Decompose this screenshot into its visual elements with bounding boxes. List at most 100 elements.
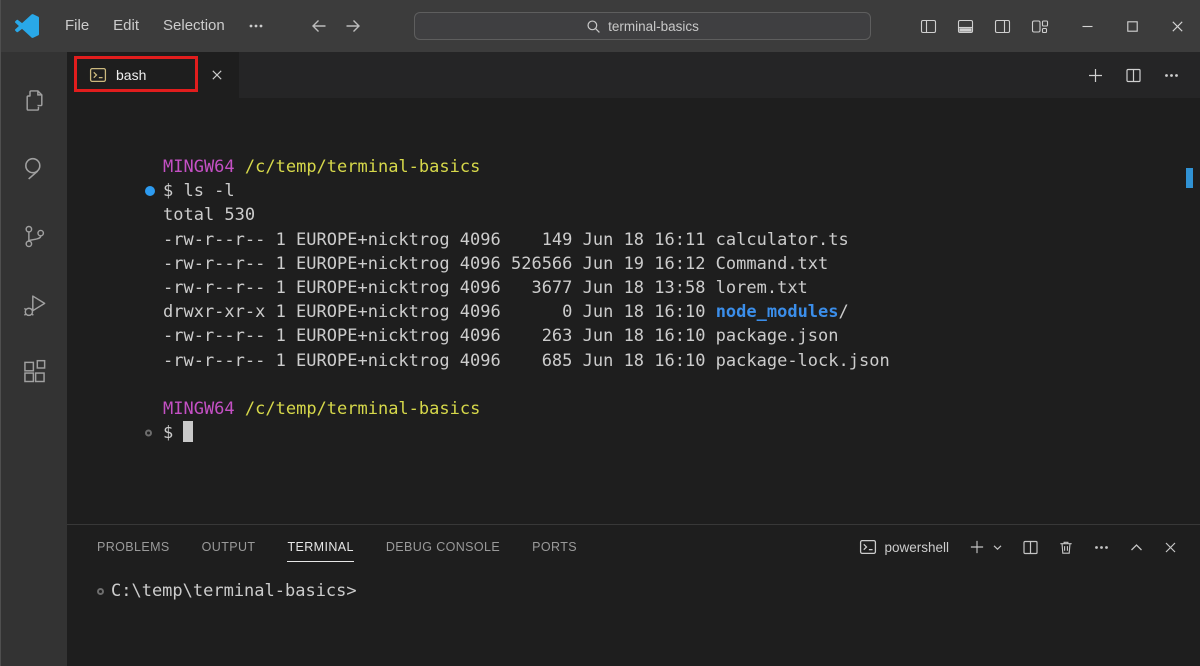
kill-terminal-button[interactable] <box>1058 539 1074 556</box>
layout-panel-icon <box>957 18 974 35</box>
terminal-line: $ ls -l <box>163 179 890 203</box>
terminal-editor-area[interactable]: MINGW64 /c/temp/terminal-basics$ ls -lto… <box>67 98 1200 524</box>
close-panel-button[interactable] <box>1163 540 1178 555</box>
layout-sidebar-right-icon <box>994 18 1011 35</box>
terminal-line: -rw-r--r-- 1 EUROPE+nicktrog 4096 3677 J… <box>163 276 890 300</box>
editor-column: bash <box>67 52 1200 666</box>
new-terminal-button[interactable] <box>969 539 985 555</box>
activity-run-debug-button[interactable] <box>1 270 67 338</box>
toggle-sidebar-button[interactable] <box>920 18 937 35</box>
tab-close-button[interactable] <box>207 65 227 85</box>
search-icon <box>21 155 48 182</box>
panel-tab-debug-console[interactable]: DEBUG CONSOLE <box>386 525 500 569</box>
activity-explorer-button[interactable] <box>1 66 67 134</box>
command-decoration-circle <box>145 430 152 437</box>
split-editor-button[interactable] <box>1125 67 1142 84</box>
split-terminal-button[interactable] <box>1022 539 1039 556</box>
menu-file[interactable]: File <box>53 0 101 52</box>
layout-controls <box>920 18 1049 35</box>
close-window-button[interactable] <box>1155 0 1200 52</box>
window-controls <box>1065 0 1200 52</box>
terminal-prompt-line: C:\temp\terminal-basics> <box>97 579 357 603</box>
activity-source-control-button[interactable] <box>1 202 67 270</box>
terminal-line: $ <box>163 421 890 445</box>
directory-link[interactable]: node_modules <box>716 302 839 322</box>
terminal-line: total 530 <box>163 203 890 227</box>
split-terminal-icon <box>1022 539 1039 556</box>
maximize-button[interactable] <box>1110 0 1155 52</box>
more-actions-button[interactable] <box>1163 67 1180 84</box>
panel-tab-problems[interactable]: PROBLEMS <box>97 525 170 569</box>
arrow-forward-icon <box>343 16 363 36</box>
editor-tabstrip: bash <box>67 52 1200 98</box>
search-value: terminal-basics <box>608 19 699 34</box>
panel-more-actions-button[interactable] <box>1093 539 1110 556</box>
launch-profile-button[interactable] <box>992 542 1003 553</box>
source-control-icon <box>21 223 48 250</box>
go-back-button[interactable] <box>309 16 329 36</box>
terminal-icon <box>89 66 107 84</box>
terminal-line: -rw-r--r-- 1 EUROPE+nicktrog 4096 149 Ju… <box>163 228 890 252</box>
ellipsis-icon <box>1093 539 1110 556</box>
customize-layout-button[interactable] <box>1031 18 1049 35</box>
editor-actions <box>1087 52 1180 98</box>
terminal-instance-label: powershell <box>884 540 949 555</box>
customize-layout-icon <box>1031 18 1049 35</box>
terminal-instance-item[interactable]: powershell <box>859 538 949 556</box>
bottom-panel: PROBLEMS OUTPUT TERMINAL DEBUG CONSOLE PORTS… <box>67 524 1200 666</box>
terminal-text: /c/temp/terminal-basics <box>245 157 480 177</box>
panel-tabs: PROBLEMS OUTPUT TERMINAL DEBUG CONSOLE PORTS <box>97 525 577 569</box>
terminal-line: -rw-r--r-- 1 EUROPE+nicktrog 4096 263 Ju… <box>163 324 890 348</box>
activity-extensions-button[interactable] <box>1 338 67 406</box>
toggle-panel-button[interactable] <box>957 18 974 35</box>
vscode-logo-icon <box>1 14 53 38</box>
extensions-icon <box>21 359 48 386</box>
activity-bar <box>1 52 67 666</box>
prompt-text: C:\temp\terminal-basics> <box>111 579 357 603</box>
chevron-up-icon <box>1129 540 1144 555</box>
main-area: bash <box>1 52 1200 666</box>
terminal-text: / <box>839 302 849 322</box>
command-decoration-dot <box>145 186 155 196</box>
maximize-icon <box>1125 19 1140 34</box>
terminal-text: MINGW64 <box>163 157 235 177</box>
terminal-text: drwxr-xr-x 1 EUROPE+nicktrog 4096 0 Jun … <box>163 302 716 322</box>
terminal-line: -rw-r--r-- 1 EUROPE+nicktrog 4096 526566… <box>163 252 890 276</box>
arrow-back-icon <box>309 16 329 36</box>
terminal-line: -rw-r--r-- 1 EUROPE+nicktrog 4096 685 Ju… <box>163 349 890 373</box>
maximize-panel-button[interactable] <box>1129 540 1144 555</box>
terminal-text: -rw-r--r-- 1 EUROPE+nicktrog 4096 149 Ju… <box>163 230 849 250</box>
minimize-button[interactable] <box>1065 0 1110 52</box>
panel-terminal[interactable]: C:\temp\terminal-basics> <box>67 569 1200 666</box>
panel-tab-output[interactable]: OUTPUT <box>202 525 256 569</box>
ellipsis-icon <box>1163 67 1180 84</box>
close-icon <box>1170 19 1185 34</box>
command-center-search[interactable]: terminal-basics <box>414 12 871 40</box>
panel-tab-terminal[interactable]: TERMINAL <box>287 525 353 569</box>
terminal-line: MINGW64 /c/temp/terminal-basics <box>163 397 890 421</box>
terminal-line: drwxr-xr-x 1 EUROPE+nicktrog 4096 0 Jun … <box>163 300 890 324</box>
trash-icon <box>1058 539 1074 556</box>
tab-label: bash <box>116 67 146 83</box>
terminal-text: -rw-r--r-- 1 EUROPE+nicktrog 4096 263 Ju… <box>163 326 839 346</box>
menu-selection[interactable]: Selection <box>151 0 237 52</box>
search-icon <box>586 19 601 34</box>
titlebar: FileEditSelection terminal-basics <box>1 0 1200 52</box>
terminal-text: -rw-r--r-- 1 EUROPE+nicktrog 4096 3677 J… <box>163 278 808 298</box>
tab-bash[interactable]: bash <box>67 52 239 98</box>
menu-overflow-button[interactable] <box>237 17 275 35</box>
titlebar-right <box>920 0 1200 52</box>
panel-tab-ports[interactable]: PORTS <box>532 525 577 569</box>
menu-bar: FileEditSelection <box>53 0 237 52</box>
new-terminal-button[interactable] <box>1087 67 1104 84</box>
terminal-output: MINGW64 /c/temp/terminal-basics$ ls -lto… <box>163 155 890 445</box>
vscode-window: FileEditSelection terminal-basics <box>0 0 1200 666</box>
panel-actions: powershell <box>859 525 1178 569</box>
close-icon <box>1163 540 1178 555</box>
go-forward-button[interactable] <box>343 16 363 36</box>
terminal-text: -rw-r--r-- 1 EUROPE+nicktrog 4096 685 Ju… <box>163 351 890 371</box>
activity-search-button[interactable] <box>1 134 67 202</box>
toggle-secondary-sidebar-button[interactable] <box>994 18 1011 35</box>
menu-edit[interactable]: Edit <box>101 0 151 52</box>
explorer-icon <box>21 87 48 114</box>
